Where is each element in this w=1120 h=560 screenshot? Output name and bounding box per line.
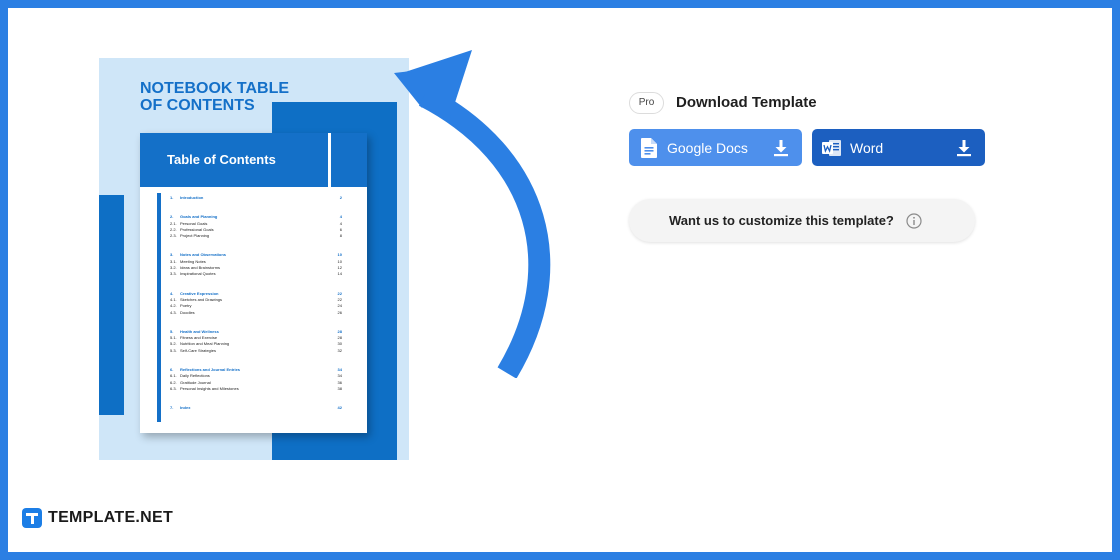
sheet-accent-bar <box>157 193 161 422</box>
toc-section-heading: 1. Introduction 2 <box>170 195 342 201</box>
toc-section: 3. Notes and Observations 10 3.1. Meeting No… <box>170 252 342 277</box>
toc-entry-title: Inspirational Quotes <box>180 271 216 277</box>
toc-section-heading-page: 42 <box>337 405 342 411</box>
toc-entry-page: 26 <box>337 309 342 315</box>
download-icon <box>957 139 971 156</box>
template-net-logo[interactable]: TEMPLATE.NET <box>22 508 173 528</box>
word-download-button[interactable]: Word <box>812 129 985 166</box>
toc-section-heading-page: 2 <box>339 195 342 200</box>
google-docs-download-button[interactable]: Google Docs <box>629 129 802 166</box>
toc-section: 6. Reflections and Journal Entries 34 6.1. D… <box>170 367 342 392</box>
toc-entry-title: Self-Care Strategies <box>180 347 217 353</box>
toc-entry: 3.3. Inspirational Quotes 14 <box>170 271 342 277</box>
info-icon[interactable] <box>906 212 922 229</box>
toc-entry-page: 14 <box>337 271 342 277</box>
customize-template-button[interactable]: Want us to customize this template? <box>629 199 975 242</box>
template-preview[interactable]: NOTEBOOK TABLE OF CONTENTS Table of Cont… <box>99 58 409 460</box>
toc-entry: 2.3. Project Planning 8 <box>170 233 342 239</box>
toc-entry: 6.3. Personal Insights and Milestones 38 <box>170 386 342 392</box>
toc-entry-page: 8 <box>339 233 342 239</box>
toc-entry-num: 4.3. <box>170 309 177 315</box>
toc-list: 1. Introduction 2 2. Goals and Planning 4 2.1.… <box>170 195 342 425</box>
toc-entry-title: Personal Insights and Milestones <box>180 385 239 391</box>
toc-section: 4. Creative Expression 22 4.1. Sketches and … <box>170 291 342 316</box>
toc-section: 5. Health and Wellness 28 5.1. Fitness and E… <box>170 329 342 354</box>
toc-section: 2. Goals and Planning 4 2.1. Personal Goals 4… <box>170 214 342 239</box>
toc-section: 7. Index 42 <box>170 405 342 411</box>
toc-section-heading-title: Introduction <box>180 195 204 200</box>
toc-entry: 5.3. Self-Care Strategies 32 <box>170 348 342 354</box>
logo-mark-icon <box>22 508 42 528</box>
toc-section-heading-num: 7. <box>170 405 174 411</box>
toc-section-heading-num: 1. <box>170 195 174 200</box>
preview-sheet: Table of Contents 1. Introduction 2 2. Goals… <box>140 133 367 433</box>
toc-entry-title: Project Planning <box>180 233 210 239</box>
sheet-header: Table of Contents <box>140 133 367 187</box>
google-docs-label: Google Docs <box>667 139 748 156</box>
sheet-heading: Table of Contents <box>167 152 276 167</box>
word-icon <box>822 137 842 159</box>
sheet-header-divider <box>328 133 331 187</box>
toc-section-heading-title: Index <box>180 405 191 411</box>
toc-section-heading: 7. Index 42 <box>170 405 342 411</box>
toc-entry-page: 32 <box>337 347 342 353</box>
pro-badge: Pro <box>629 92 664 114</box>
toc-entry-num: 6.3. <box>170 385 177 391</box>
toc-entry-page: 38 <box>337 385 342 391</box>
download-icon <box>774 139 788 156</box>
logo-text: TEMPLATE.NET <box>48 509 174 526</box>
toc-section: 1. Introduction 2 <box>170 195 342 201</box>
toc-entry-num: 5.3. <box>170 347 177 353</box>
toc-entry-num: 2.3. <box>170 233 177 239</box>
preview-title: NOTEBOOK TABLE OF CONTENTS <box>140 80 290 114</box>
customize-label: Want us to customize this template? <box>669 213 894 228</box>
toc-entry-num: 3.3. <box>170 271 177 277</box>
google-docs-icon <box>639 137 659 159</box>
toc-entry-title: Doodles <box>180 309 195 315</box>
word-label: Word <box>850 139 884 156</box>
decorative-bar-left <box>99 195 124 415</box>
toc-entry: 4.3. Doodles 26 <box>170 310 342 316</box>
curved-arrow-icon <box>394 50 551 378</box>
download-title: Download Template <box>676 94 817 111</box>
